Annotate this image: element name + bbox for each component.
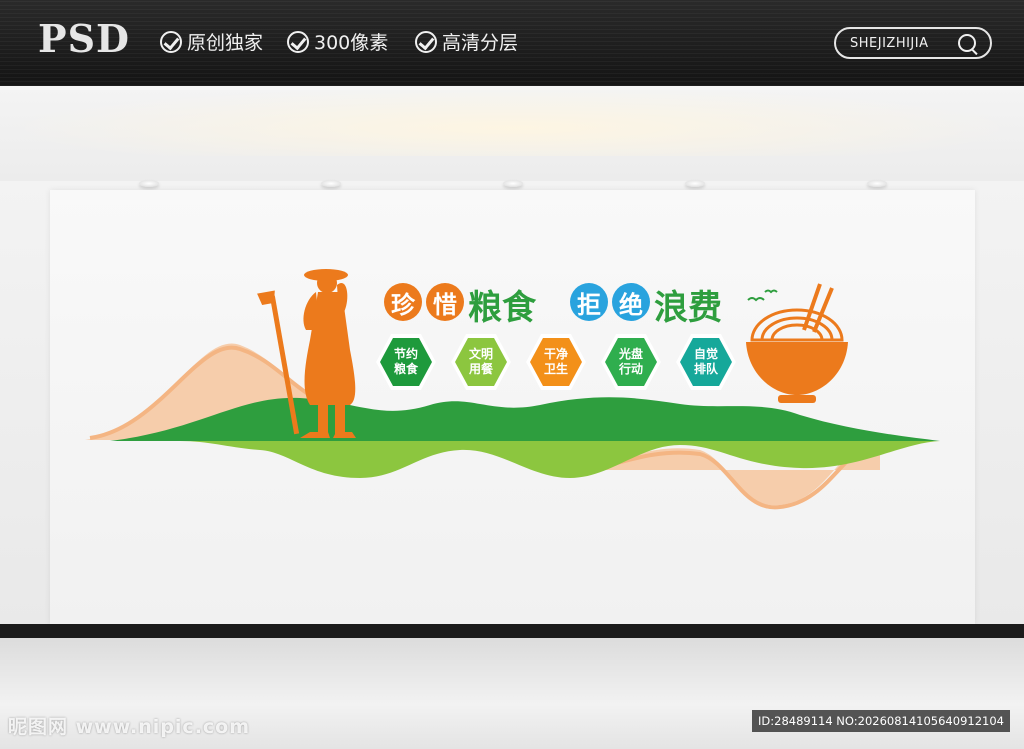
hex-line: 行动	[618, 362, 643, 376]
hex-line: 卫生	[543, 362, 568, 376]
slogan-circle-char: 拒	[570, 283, 608, 321]
hex-line: 干净	[543, 347, 568, 361]
noodle-bowl-icon	[746, 283, 848, 403]
hex-line: 粮食	[393, 362, 418, 376]
hex-line: 用餐	[468, 362, 493, 376]
slogan-circle-char: 绝	[612, 283, 650, 321]
slogan-word: 粮食	[468, 288, 536, 328]
hex-line: 文明	[468, 347, 493, 361]
slogan-circle-char: 珍	[384, 283, 422, 321]
slogan-word: 浪费	[654, 288, 722, 328]
culture-wall-graphic	[85, 269, 940, 510]
nipic-watermark: 昵图网 www.nipic.com	[8, 716, 251, 738]
image-id-watermark: ID:28489114 NO:20260814105640912104	[752, 710, 1010, 732]
hex-line: 自觉	[693, 347, 718, 361]
birds-icon	[747, 289, 778, 302]
hex-line: 光盘	[618, 347, 643, 361]
slogan-circle-char: 惜	[426, 283, 464, 321]
hex-line: 排队	[693, 362, 718, 376]
hex-line: 节约	[393, 347, 418, 361]
